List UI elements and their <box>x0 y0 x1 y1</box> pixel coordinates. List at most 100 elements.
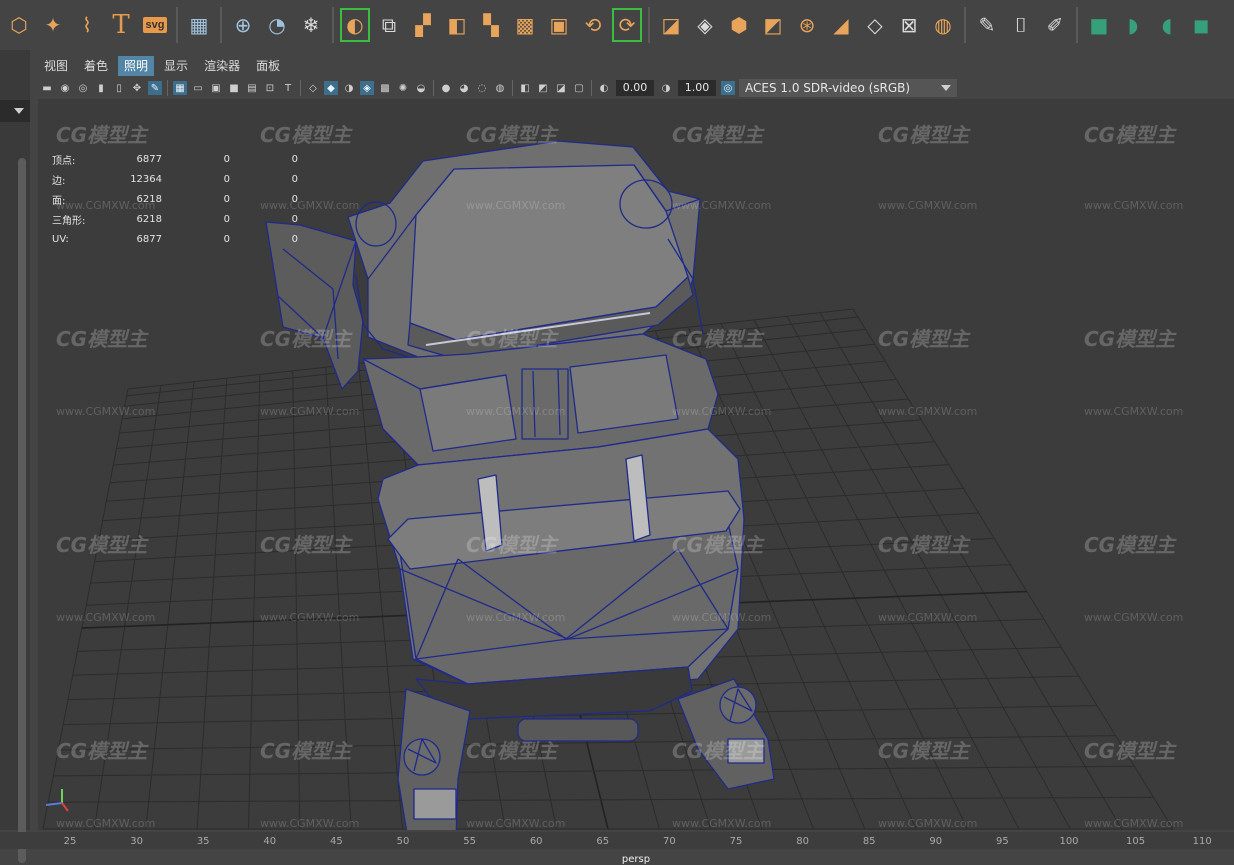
xray-icon[interactable]: ◩ <box>536 81 550 95</box>
xray-joints-icon[interactable]: ◪ <box>554 81 568 95</box>
retopo-icon[interactable]: ⟳ <box>612 8 642 42</box>
grease-pencil-icon[interactable]: ✎ <box>148 81 162 95</box>
separator <box>591 80 592 96</box>
left-scrollbar[interactable] <box>18 158 26 863</box>
bridge-icon[interactable]: ⬢ <box>724 8 754 42</box>
color-management-icon[interactable]: ◎ <box>721 81 735 95</box>
hud-a: 12364 <box>130 173 162 185</box>
textured-icon[interactable]: ▩ <box>378 81 392 95</box>
insert-edge-loop-icon[interactable]: ⌷ <box>1006 8 1036 42</box>
3d-scene[interactable]: CG模型主 CG模型主 CG模型主 CG模型主 CG模型主 CG模型主 CG模型主 CG模型主… <box>38 99 1234 865</box>
bevel-icon[interactable]: ◈ <box>690 8 720 42</box>
bridge-icon-glyph: ⬢ <box>730 13 748 37</box>
menu-item[interactable]: 照明 <box>118 56 155 76</box>
xray-components-icon[interactable]: ▢ <box>572 81 586 95</box>
motion-blur-icon[interactable]: ◕ <box>457 81 471 95</box>
extrude-icon-glyph: ◪ <box>661 13 681 37</box>
remesh-icon[interactable]: ⟲ <box>578 8 608 42</box>
depth-of-field-icon[interactable]: ◍ <box>493 81 507 95</box>
superellipse-icon[interactable]: ✦ <box>38 8 68 42</box>
wireframe-on-shaded-icon[interactable]: ◈ <box>360 81 374 95</box>
layer-combine-icon[interactable]: ⧉ <box>374 8 404 42</box>
wireframe-icon[interactable]: ◇ <box>306 81 320 95</box>
shelf-separator <box>220 7 222 43</box>
menu-item[interactable]: 显示 <box>158 56 194 76</box>
mech-model <box>265 140 775 840</box>
poke-icon-glyph: ◢ <box>833 13 849 37</box>
shadows-icon[interactable]: ◒ <box>414 81 428 95</box>
separate-icon[interactable]: ◧ <box>442 8 472 42</box>
viewport-toolbar: ▬ ◉ ◎ ▮ ▯ ✥ ✎ ▦ ▭ ▣ ■ ▤ ⊡ T ◇ ◆ ◑ ◈ ▩ ✺ … <box>38 77 1234 99</box>
camera-lock-icon[interactable]: ◉ <box>58 81 72 95</box>
smooth-icon[interactable]: ▩ <box>510 8 540 42</box>
circularize-icon[interactable]: ⊠ <box>894 8 924 42</box>
target-weld-icon[interactable]: ⊛ <box>792 8 822 42</box>
separator <box>512 80 513 96</box>
panel-dropdown[interactable] <box>0 100 30 122</box>
exposure-field[interactable]: 0.00 <box>616 80 654 96</box>
clear-pivot-icon[interactable]: ◔ <box>262 8 292 42</box>
camera-attrs-icon[interactable]: ◎ <box>76 81 90 95</box>
color-space-dropdown[interactable]: ACES 1.0 SDR-video (sRGB) <box>739 79 957 97</box>
screen-space-ao-icon[interactable]: ● <box>439 81 453 95</box>
time-slider[interactable]: 25 30 35 40 45 50 55 60 65 70 75 80 85 90 95 100 105 110 <box>0 832 1234 849</box>
image-plane-icon[interactable]: ▯ <box>112 81 126 95</box>
separator <box>300 80 301 96</box>
wedge-icon[interactable]: ◇ <box>860 8 890 42</box>
field-chart-icon[interactable]: ▤ <box>245 81 259 95</box>
poke-icon[interactable]: ◢ <box>826 8 856 42</box>
gate-mask-icon[interactable]: ■ <box>227 81 241 95</box>
hud-b: 0 <box>223 173 230 185</box>
smooth-mesh-icon[interactable]: ◐ <box>340 8 370 42</box>
extrude-icon[interactable]: ◪ <box>656 8 686 42</box>
polygon-sphere-icon-glyph: ⬡ <box>10 13 28 37</box>
anti-aliasing-icon[interactable]: ◌ <box>475 81 489 95</box>
safe-title-icon[interactable]: T <box>281 81 295 95</box>
svg-icon[interactable]: svg <box>140 8 170 42</box>
gamma-field[interactable]: 1.00 <box>678 80 716 96</box>
uv-layout-icon[interactable]: ◖ <box>1152 8 1182 42</box>
safe-action-icon[interactable]: ⊡ <box>263 81 277 95</box>
reduce-icon[interactable]: ▣ <box>544 8 574 42</box>
camera-select-icon[interactable]: ▬ <box>40 81 54 95</box>
type-text-icon[interactable]: T <box>106 8 136 42</box>
grid-toggle-icon[interactable]: ▦ <box>173 81 187 95</box>
film-gate-icon[interactable]: ▭ <box>191 81 205 95</box>
model-bottom-bar <box>517 718 639 742</box>
resolution-gate-icon[interactable]: ▣ <box>209 81 223 95</box>
uv-grid-icon-glyph: ▦ <box>189 13 209 37</box>
uv-editor-icon[interactable]: ■ <box>1084 8 1114 42</box>
menu-item[interactable]: 视图 <box>38 56 74 76</box>
isolate-select-icon[interactable]: ◧ <box>518 81 532 95</box>
timeline-tick: 70 <box>663 836 676 847</box>
grid-line <box>93 385 162 830</box>
model-center-cylinder <box>521 368 569 440</box>
merge-icon[interactable]: ◩ <box>758 8 788 42</box>
connect-icon[interactable]: ✐ <box>1040 8 1070 42</box>
grid-line <box>196 378 228 830</box>
default-material-icon[interactable]: ◑ <box>342 81 356 95</box>
mirror-icon[interactable]: ▚ <box>476 8 506 42</box>
freeze-transform-icon-glyph: ❄ <box>302 13 320 37</box>
sweep-mesh-icon[interactable]: ⌇ <box>72 8 102 42</box>
freeze-transform-icon[interactable]: ❄ <box>296 8 326 42</box>
gamma-icon[interactable]: ◑ <box>659 81 673 95</box>
uv-cut-icon[interactable]: ◼ <box>1186 8 1216 42</box>
pivot-icon[interactable]: ⊕ <box>228 8 258 42</box>
exposure-icon[interactable]: ◐ <box>597 81 611 95</box>
menu-item[interactable]: 着色 <box>78 56 114 76</box>
mirror-icon-glyph: ▚ <box>483 13 499 37</box>
polygon-sphere-icon[interactable]: ⬡ <box>4 8 34 42</box>
extract-icon[interactable]: ▞ <box>408 8 438 42</box>
menu-item[interactable]: 面板 <box>250 56 286 76</box>
menu-item[interactable]: 渲染器 <box>198 56 246 76</box>
bookmark-icon[interactable]: ▮ <box>94 81 108 95</box>
use-lights-icon[interactable]: ✺ <box>396 81 410 95</box>
uv-grid-icon[interactable]: ▦ <box>184 8 214 42</box>
multi-cut-icon[interactable]: ✎ <box>972 8 1002 42</box>
2d-pan-icon[interactable]: ✥ <box>130 81 144 95</box>
sculpt-sphere-icon[interactable]: ◍ <box>928 8 958 42</box>
camera-name-label: persp <box>621 854 651 865</box>
smooth-shade-icon[interactable]: ◆ <box>324 81 338 95</box>
uv-unfold-icon[interactable]: ◗ <box>1118 8 1148 42</box>
